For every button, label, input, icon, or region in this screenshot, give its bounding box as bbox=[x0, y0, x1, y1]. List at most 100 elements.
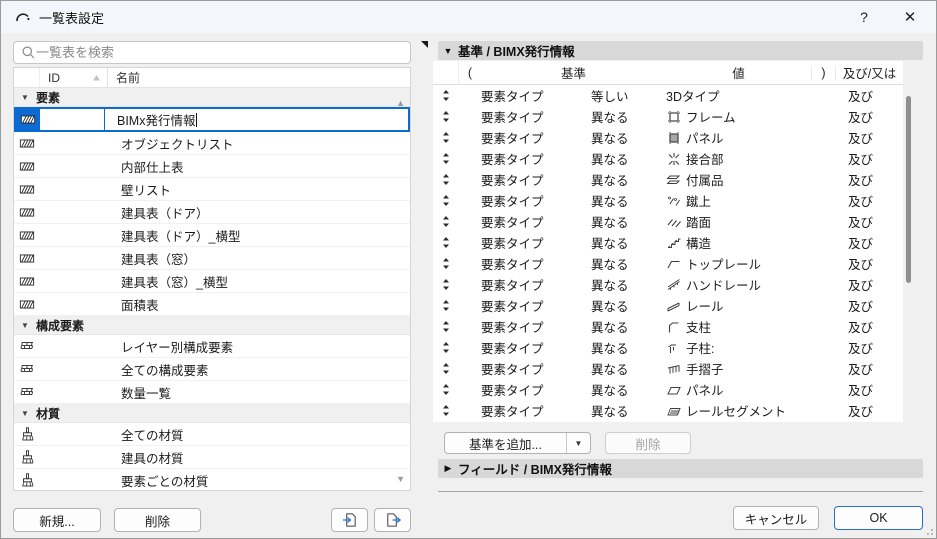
andor-cell[interactable]: 及び bbox=[836, 380, 903, 399]
row-handle[interactable] bbox=[433, 152, 459, 166]
criteria-row-11[interactable]: 要素タイプ異なる支柱及び bbox=[433, 316, 903, 337]
schedule-item-0-7[interactable]: 建具表（窓）_横型 bbox=[14, 270, 410, 293]
criteria-row-15[interactable]: 要素タイプ異なるレールセグメント及び bbox=[433, 400, 903, 421]
andor-cell[interactable]: 及び bbox=[836, 170, 903, 189]
operator-cell[interactable]: 異なる bbox=[591, 254, 666, 273]
row-handle[interactable] bbox=[433, 173, 459, 187]
criteria-cell[interactable]: 要素タイプ bbox=[481, 380, 591, 399]
operator-cell[interactable]: 異なる bbox=[591, 233, 666, 252]
operator-cell[interactable]: 異なる bbox=[591, 401, 666, 420]
andor-cell[interactable]: 及び bbox=[836, 275, 903, 294]
criteria-column-header[interactable]: 基準 bbox=[481, 63, 666, 82]
andor-cell[interactable]: 及び bbox=[836, 86, 903, 105]
operator-cell[interactable]: 異なる bbox=[591, 317, 666, 336]
criteria-row-8[interactable]: 要素タイプ異なるトップレール及び bbox=[433, 253, 903, 274]
scroll-down-icon[interactable]: ▼ bbox=[396, 474, 405, 484]
schedule-item-1-0[interactable]: レイヤー別構成要素 bbox=[14, 335, 410, 358]
operator-cell[interactable]: 異なる bbox=[591, 170, 666, 189]
import-button[interactable] bbox=[331, 508, 368, 532]
andor-cell[interactable]: 及び bbox=[836, 359, 903, 378]
cancel-button[interactable]: キャンセル bbox=[733, 506, 819, 530]
criteria-cell[interactable]: 要素タイプ bbox=[481, 338, 591, 357]
andor-cell[interactable]: 及び bbox=[836, 128, 903, 147]
row-handle[interactable] bbox=[433, 194, 459, 208]
criteria-cell[interactable]: 要素タイプ bbox=[481, 128, 591, 147]
value-cell[interactable]: 子柱: bbox=[666, 338, 836, 357]
andor-cell[interactable]: 及び bbox=[836, 212, 903, 231]
criteria-scrollbar-thumb[interactable] bbox=[906, 96, 911, 283]
criteria-cell[interactable]: 要素タイプ bbox=[481, 275, 591, 294]
andor-column-header[interactable]: 及び/又は bbox=[836, 63, 903, 82]
row-handle[interactable] bbox=[433, 89, 459, 103]
scroll-up-icon[interactable]: ▲ bbox=[396, 98, 405, 108]
ok-button[interactable]: OK bbox=[834, 506, 923, 530]
criteria-cell[interactable]: 要素タイプ bbox=[481, 401, 591, 420]
andor-cell[interactable]: 及び bbox=[836, 149, 903, 168]
criteria-cell[interactable]: 要素タイプ bbox=[481, 86, 591, 105]
criteria-cell[interactable]: 要素タイプ bbox=[481, 359, 591, 378]
group-row-0[interactable]: ▼要素 bbox=[14, 88, 410, 107]
criteria-row-6[interactable]: 要素タイプ異なる踏面及び bbox=[433, 211, 903, 232]
criteria-row-3[interactable]: 要素タイプ異なる接合部及び bbox=[433, 148, 903, 169]
close-button[interactable]: ✕ bbox=[890, 1, 930, 33]
value-cell[interactable]: 3Dタイプ bbox=[666, 86, 836, 105]
criteria-cell[interactable]: 要素タイプ bbox=[481, 107, 591, 126]
item-name-cell[interactable]: BIMx発行情報 bbox=[105, 110, 408, 129]
criteria-row-7[interactable]: 要素タイプ異なる構造及び bbox=[433, 232, 903, 253]
criteria-cell[interactable]: 要素タイプ bbox=[481, 296, 591, 315]
criteria-row-14[interactable]: 要素タイプ異なるパネル及び bbox=[433, 379, 903, 400]
resize-grip[interactable] bbox=[923, 525, 933, 535]
open-paren-header[interactable]: ( bbox=[459, 66, 481, 80]
value-cell[interactable]: 蹴上 bbox=[666, 191, 836, 210]
value-cell[interactable]: フレーム bbox=[666, 107, 836, 126]
schedule-item-0-3[interactable]: 壁リスト bbox=[14, 178, 410, 201]
criteria-cell[interactable]: 要素タイプ bbox=[481, 149, 591, 168]
value-cell[interactable]: ハンドレール bbox=[666, 275, 836, 294]
criteria-section-header[interactable]: ▼ 基準 / BIMX発行情報 bbox=[438, 41, 923, 60]
row-handle[interactable] bbox=[433, 299, 459, 313]
value-cell[interactable]: 手摺子 bbox=[666, 359, 836, 378]
operator-cell[interactable]: 異なる bbox=[591, 212, 666, 231]
value-cell[interactable]: 接合部 bbox=[666, 149, 836, 168]
item-id-cell[interactable] bbox=[40, 109, 105, 130]
schedule-item-2-2[interactable]: 要素ごとの材質 bbox=[14, 469, 410, 491]
operator-cell[interactable]: 異なる bbox=[591, 107, 666, 126]
criteria-row-1[interactable]: 要素タイプ異なるフレーム及び bbox=[433, 106, 903, 127]
operator-cell[interactable]: 異なる bbox=[591, 296, 666, 315]
schedule-item-2-1[interactable]: 建具の材質 bbox=[14, 446, 410, 469]
group-row-1[interactable]: ▼構成要素 bbox=[14, 316, 410, 335]
schedule-item-0-1[interactable]: オブジェクトリスト bbox=[14, 132, 410, 155]
export-button[interactable] bbox=[374, 508, 411, 532]
operator-cell[interactable]: 異なる bbox=[591, 338, 666, 357]
andor-cell[interactable]: 及び bbox=[836, 338, 903, 357]
row-handle[interactable] bbox=[433, 215, 459, 229]
row-handle[interactable] bbox=[433, 383, 459, 397]
criteria-row-0[interactable]: 要素タイプ等しい3Dタイプ及び bbox=[433, 85, 903, 106]
schedule-item-1-1[interactable]: 全ての構成要素 bbox=[14, 358, 410, 381]
row-handle[interactable] bbox=[433, 131, 459, 145]
criteria-cell[interactable]: 要素タイプ bbox=[481, 170, 591, 189]
row-handle[interactable] bbox=[433, 362, 459, 376]
operator-cell[interactable]: 異なる bbox=[591, 380, 666, 399]
value-cell[interactable]: パネル bbox=[666, 380, 836, 399]
search-input[interactable] bbox=[36, 45, 404, 60]
andor-cell[interactable]: 及び bbox=[836, 317, 903, 336]
value-cell[interactable]: パネル bbox=[666, 128, 836, 147]
row-handle[interactable] bbox=[433, 341, 459, 355]
operator-cell[interactable]: 異なる bbox=[591, 128, 666, 147]
operator-cell[interactable]: 異なる bbox=[591, 275, 666, 294]
operator-cell[interactable]: 等しい bbox=[591, 86, 666, 105]
close-paren-header[interactable]: ) bbox=[811, 66, 836, 80]
andor-cell[interactable]: 及び bbox=[836, 254, 903, 273]
value-cell[interactable]: トップレール bbox=[666, 254, 836, 273]
schedule-item-1-2[interactable]: 数量一覧 bbox=[14, 381, 410, 404]
value-cell[interactable]: レール bbox=[666, 296, 836, 315]
panel-splitter-handle[interactable] bbox=[421, 41, 428, 48]
add-criteria-dropdown[interactable]: ▼ bbox=[566, 433, 590, 453]
id-column-header[interactable]: ID bbox=[40, 68, 107, 87]
criteria-cell[interactable]: 要素タイプ bbox=[481, 191, 591, 210]
row-handle[interactable] bbox=[433, 257, 459, 271]
row-handle[interactable] bbox=[433, 320, 459, 334]
criteria-cell[interactable]: 要素タイプ bbox=[481, 212, 591, 231]
row-handle[interactable] bbox=[433, 236, 459, 250]
